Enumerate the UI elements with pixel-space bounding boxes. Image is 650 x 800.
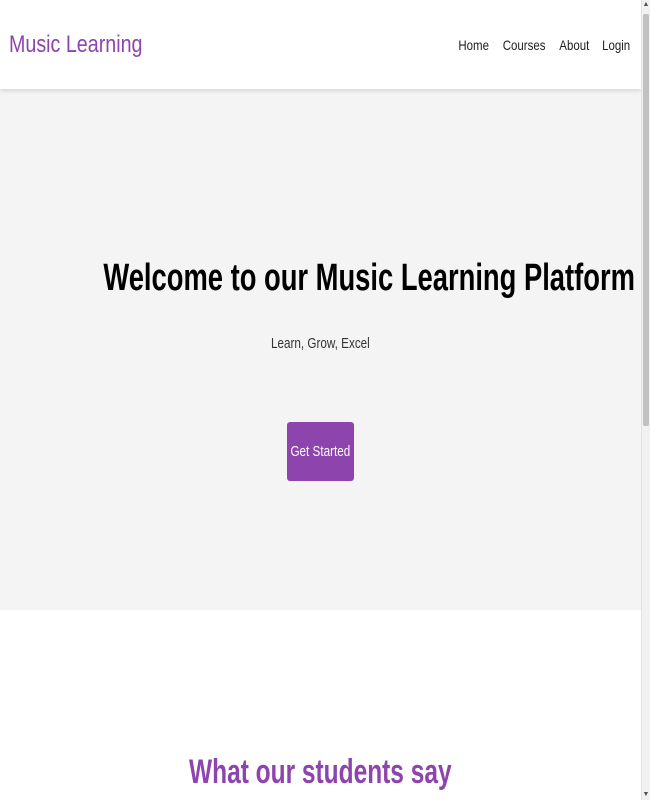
nav-link-login[interactable]: Login <box>602 36 630 54</box>
nav-links: Home Courses About Login <box>449 36 633 54</box>
hero-subtitle-text: Learn, Grow, Excel <box>271 335 370 352</box>
scroll-up-arrow-icon[interactable]: ▲ <box>642 0 650 10</box>
nav-link-about[interactable]: About <box>559 36 589 54</box>
get-started-label: Get Started <box>290 443 351 460</box>
hero-title-text: Welcome to our Music Learning Platform <box>103 257 635 299</box>
hero-subtitle: Learn, Grow, Excel <box>0 334 641 354</box>
browser-viewport: Music Learning Home Courses About Login … <box>0 0 650 800</box>
vertical-scrollbar[interactable]: ▲ ▼ <box>641 0 650 800</box>
testimonials-section: What our students say <box>0 610 641 800</box>
get-started-button[interactable]: Get Started <box>287 422 354 481</box>
navbar: Music Learning Home Courses About Login <box>0 0 641 89</box>
scrollbar-thumb[interactable] <box>643 14 649 426</box>
page-content: Music Learning Home Courses About Login … <box>0 0 641 800</box>
brand-logo-text[interactable]: Music Learning <box>9 30 142 60</box>
testimonials-title: What our students say <box>0 752 641 792</box>
hero-section: Welcome to our Music Learning Platform L… <box>0 89 641 610</box>
nav-link-home[interactable]: Home <box>458 36 489 54</box>
hero-title: Welcome to our Music Learning Platform <box>0 255 641 301</box>
scroll-down-arrow-icon[interactable]: ▼ <box>642 790 650 800</box>
nav-link-courses[interactable]: Courses <box>503 36 546 54</box>
testimonials-title-text: What our students say <box>189 753 452 791</box>
